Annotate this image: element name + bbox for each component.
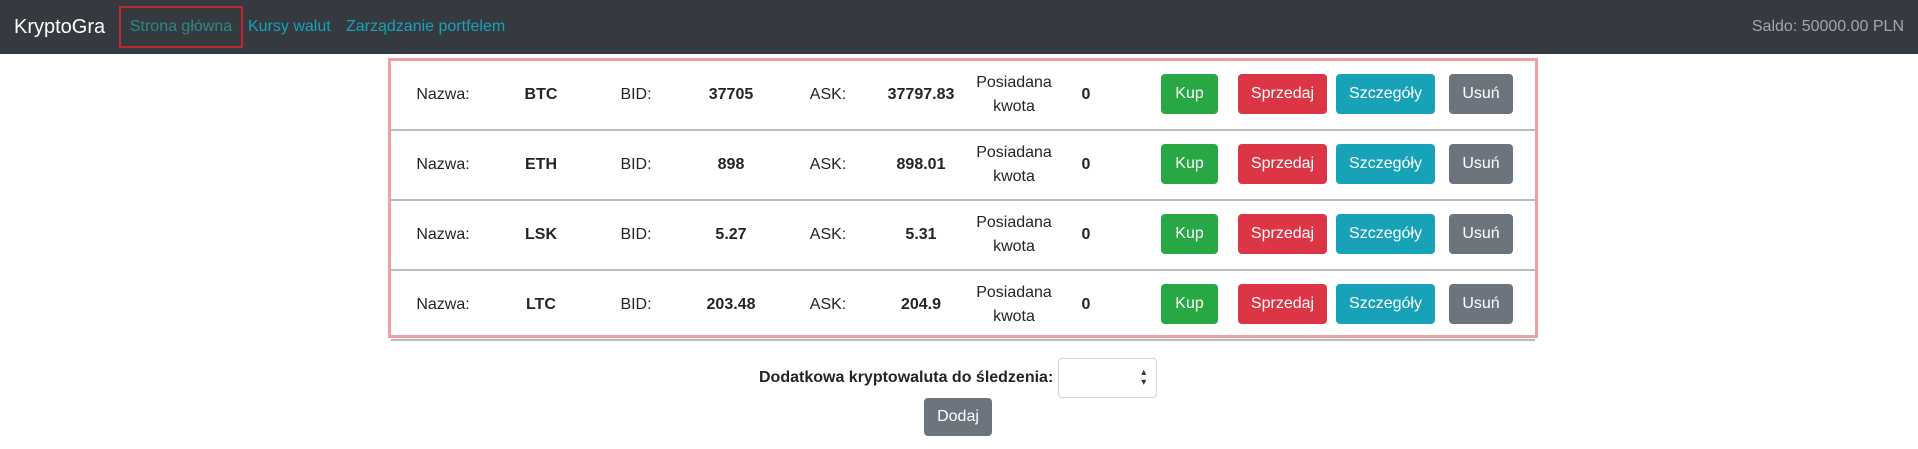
ask-label: ASK:	[809, 156, 847, 173]
ask-label: ASK:	[809, 296, 847, 313]
ask-value: 898.01	[896, 156, 946, 173]
buy-button[interactable]: Kup	[1161, 284, 1218, 324]
owned-label-line2: kwota	[993, 98, 1035, 115]
navbar: KryptoGra Strona główna Kursy walut Zarz…	[0, 0, 1918, 54]
ask-label: ASK:	[809, 226, 847, 243]
crypto-select[interactable]: ▴ ▾	[1058, 358, 1158, 398]
bid-label: BID:	[620, 86, 652, 103]
table-row: Nazwa: ETH BID: 898 ASK: 898.01 Posiadan…	[391, 131, 1535, 201]
balance-text: Saldo: 50000.00 PLN	[1751, 18, 1904, 35]
details-button[interactable]: Szczegóły	[1336, 144, 1435, 184]
details-button[interactable]: Szczegóły	[1336, 214, 1435, 254]
owned-amount-value: 0	[1081, 226, 1091, 243]
owned-amount-label: Posiadana kwota	[959, 201, 1069, 269]
sell-button[interactable]: Sprzedaj	[1238, 74, 1327, 114]
details-button[interactable]: Szczegóły	[1336, 74, 1435, 114]
owned-amount-label: Posiadana kwota	[959, 271, 1069, 339]
owned-amount-value: 0	[1081, 86, 1091, 103]
bid-label: BID:	[620, 156, 652, 173]
owned-label-line1: Posiadana	[976, 284, 1052, 301]
name-label: Nazwa:	[416, 86, 470, 103]
buy-button[interactable]: Kup	[1161, 214, 1218, 254]
bid-value: 37705	[708, 86, 754, 103]
buy-button[interactable]: Kup	[1161, 144, 1218, 184]
name-label: Nazwa:	[416, 296, 470, 313]
table-row: Nazwa: BTC BID: 37705 ASK: 37797.83 Posi…	[391, 61, 1535, 131]
bid-value: 203.48	[706, 296, 756, 313]
crypto-name: BTC	[524, 86, 558, 103]
owned-label-line1: Posiadana	[976, 144, 1052, 161]
name-label: Nazwa:	[416, 226, 470, 243]
select-arrows-icon: ▴ ▾	[1141, 367, 1147, 388]
bid-label: BID:	[620, 296, 652, 313]
owned-amount-value: 0	[1081, 156, 1091, 173]
owned-amount-value: 0	[1081, 296, 1091, 313]
bid-value: 5.27	[715, 226, 747, 243]
sell-button[interactable]: Sprzedaj	[1238, 144, 1327, 184]
bid-value: 898	[717, 156, 745, 173]
remove-button[interactable]: Usuń	[1449, 74, 1513, 114]
remove-button[interactable]: Usuń	[1449, 284, 1513, 324]
crypto-name: LTC	[526, 296, 556, 313]
remove-button[interactable]: Usuń	[1449, 144, 1513, 184]
add-crypto-form: Dodatkowa kryptowaluta do śledzenia: ▴ ▾	[759, 358, 1158, 398]
nav-link-exchange-rates[interactable]: Kursy walut	[248, 17, 331, 37]
owned-label-line2: kwota	[993, 308, 1035, 325]
name-label: Nazwa:	[416, 156, 470, 173]
ask-label: ASK:	[809, 86, 847, 103]
remove-button[interactable]: Usuń	[1449, 214, 1513, 254]
details-button[interactable]: Szczegóły	[1336, 284, 1435, 324]
bid-label: BID:	[620, 226, 652, 243]
owned-label-line1: Posiadana	[976, 74, 1052, 91]
table-row: Nazwa: LTC BID: 203.48 ASK: 204.9 Posiad…	[391, 271, 1535, 341]
ask-value: 37797.83	[887, 86, 955, 103]
owned-label-line2: kwota	[993, 238, 1035, 255]
crypto-table: Nazwa: BTC BID: 37705 ASK: 37797.83 Posi…	[388, 58, 1538, 341]
sell-button[interactable]: Sprzedaj	[1238, 284, 1327, 324]
owned-amount-label: Posiadana kwota	[959, 61, 1069, 129]
crypto-name: ETH	[525, 156, 557, 173]
brand-logo[interactable]: KryptoGra	[14, 14, 105, 40]
owned-label-line1: Posiadana	[976, 214, 1052, 231]
add-crypto-label: Dodatkowa kryptowaluta do śledzenia:	[759, 369, 1054, 386]
nav-link-portfolio[interactable]: Zarządzanie portfelem	[346, 17, 505, 37]
owned-amount-label: Posiadana kwota	[959, 131, 1069, 199]
ask-value: 204.9	[900, 296, 942, 313]
crypto-name: LSK	[525, 226, 557, 243]
owned-label-line2: kwota	[993, 168, 1035, 185]
sell-button[interactable]: Sprzedaj	[1238, 214, 1327, 254]
ask-value: 5.31	[905, 226, 937, 243]
buy-button[interactable]: Kup	[1161, 74, 1218, 114]
table-row: Nazwa: LSK BID: 5.27 ASK: 5.31 Posiadana…	[391, 201, 1535, 271]
nav-link-home[interactable]: Strona główna	[119, 6, 243, 48]
add-button[interactable]: Dodaj	[924, 398, 992, 436]
